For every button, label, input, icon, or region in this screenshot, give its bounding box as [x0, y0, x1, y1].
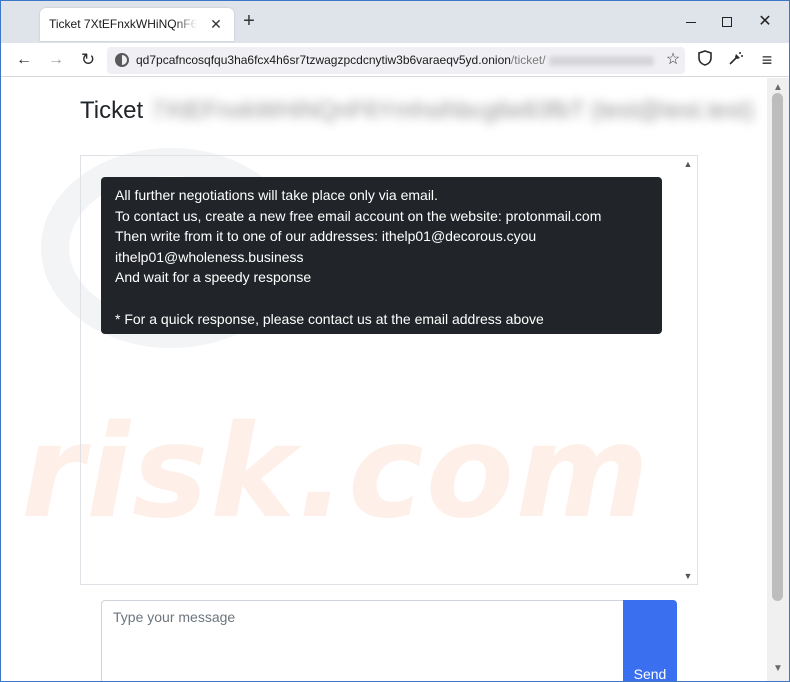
- page-content: risk.com Ticket 7XtEFnxkWHiNQnF6Ymhsihbcg…: [1, 78, 767, 681]
- tab-strip: Ticket 7XtEFnxkWHiNQnF6Ymhsihbcg ✕ + ✕: [1, 1, 789, 43]
- message-line: ithelp01@wholeness.business: [115, 248, 304, 265]
- hamburger-menu-icon[interactable]: ≡: [757, 50, 777, 70]
- page-title: Ticket 7XtEFnxkWHiNQnF6Ymhsihbcg6e83fbT (…: [80, 97, 754, 125]
- chat-panel[interactable]: ▲ ▼ All further negotiations will take p…: [80, 155, 698, 585]
- message-line: And wait for a speedy response: [115, 269, 312, 286]
- message-bubble: All further negotiations will take place…: [101, 177, 662, 334]
- broom-icon-graphic: [729, 52, 743, 65]
- close-icon[interactable]: ✕: [207, 15, 225, 33]
- onion-site-icon[interactable]: [115, 53, 129, 67]
- chevron-down-icon[interactable]: ▼: [682, 571, 694, 581]
- browser-window: Ticket 7XtEFnxkWHiNQnF6Ymhsihbcg ✕ + ✕ ←…: [0, 0, 790, 682]
- navigation-toolbar: ← → ↻ qd7pcafncosqfqu3ha6fcx4h6sr7tzwagz…: [1, 43, 789, 77]
- url-path: /ticket/: [510, 53, 546, 67]
- send-button[interactable]: Send: [623, 600, 677, 681]
- minimize-icon: [686, 22, 696, 23]
- url-redacted-segment: [548, 55, 654, 66]
- address-bar[interactable]: qd7pcafncosqfqu3ha6fcx4h6sr7tzwagzpcdcny…: [107, 47, 685, 74]
- message-line: To contact us, create a new free email a…: [115, 207, 602, 224]
- chat-scrollbar-track[interactable]: [685, 170, 691, 568]
- message-line: Then write from it to one of our address…: [115, 228, 537, 245]
- window-close-button[interactable]: ✕: [755, 12, 775, 32]
- minimize-button[interactable]: [681, 12, 701, 32]
- message-input[interactable]: [101, 600, 625, 681]
- message-line: All further negotiations will take place…: [115, 187, 438, 203]
- ticket-id-redacted: 7XtEFnxkWHiNQnF6Ymhsihbcg6e83fbT (test@t…: [151, 97, 754, 124]
- url-host: qd7pcafncosqfqu3ha6fcx4h6sr7tzwagzpcdcny…: [136, 53, 511, 67]
- maximize-icon: [722, 17, 732, 27]
- arrow-left-icon[interactable]: ←: [14, 50, 34, 70]
- scrollbar-thumb[interactable]: [772, 93, 783, 601]
- message-line: [115, 288, 648, 309]
- arrow-right-icon[interactable]: →: [46, 50, 66, 70]
- url-text[interactable]: qd7pcafncosqfqu3ha6fcx4h6sr7tzwagzpcdcny…: [136, 53, 654, 67]
- star-icon[interactable]: ☆: [663, 50, 683, 70]
- chevron-up-icon[interactable]: ▲: [682, 159, 694, 169]
- composer-divider: [80, 584, 698, 585]
- tab-title: Ticket 7XtEFnxkWHiNQnF6Ymhsihbcg: [49, 17, 197, 31]
- message-line: * For a quick response, please contact u…: [115, 310, 544, 327]
- new-tab-button[interactable]: +: [239, 11, 259, 32]
- tab-ticket[interactable]: Ticket 7XtEFnxkWHiNQnF6Ymhsihbcg ✕: [40, 8, 234, 41]
- shield-icon-graphic: [698, 50, 712, 66]
- page-scrollbar[interactable]: ▲ ▼: [767, 78, 789, 681]
- reload-icon[interactable]: ↻: [78, 50, 98, 70]
- extensions-icon[interactable]: [726, 50, 746, 70]
- maximize-button[interactable]: [717, 12, 737, 32]
- page-title-prefix: Ticket: [80, 97, 144, 124]
- chevron-down-icon[interactable]: ▼: [771, 663, 785, 675]
- shield-icon[interactable]: [695, 50, 715, 70]
